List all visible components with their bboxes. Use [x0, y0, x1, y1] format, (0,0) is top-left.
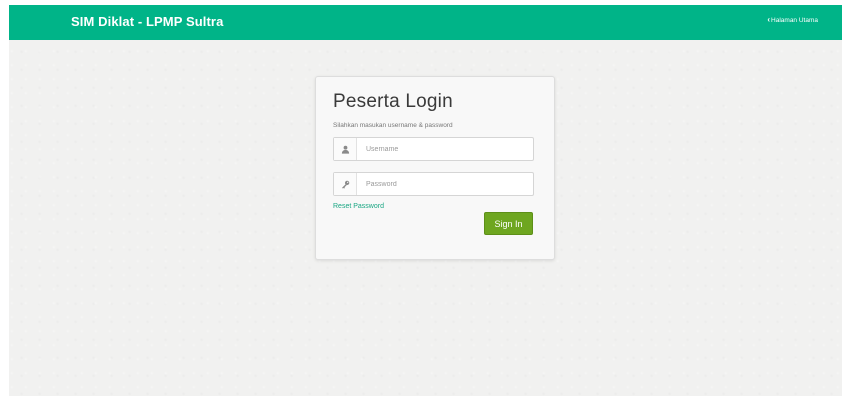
login-subtitle: Silahkan masukan username & password — [333, 122, 453, 129]
key-icon — [334, 173, 357, 195]
sign-in-button[interactable]: Sign In — [484, 212, 533, 235]
top-navbar: SIM Diklat - LPMP Sultra ‹ Halaman Utama — [9, 5, 842, 40]
username-group — [333, 137, 534, 161]
brand-title[interactable]: SIM Diklat - LPMP Sultra — [71, 14, 223, 29]
home-link[interactable]: ‹ Halaman Utama — [767, 15, 818, 25]
user-icon — [334, 138, 357, 160]
password-group — [333, 172, 534, 196]
login-title: Peserta Login — [333, 91, 453, 112]
reset-password-link[interactable]: Reset Password — [333, 203, 384, 210]
home-link-label: Halaman Utama — [771, 17, 818, 24]
chevron-left-icon: ‹ — [767, 15, 771, 24]
username-input[interactable] — [357, 139, 526, 159]
password-input[interactable] — [357, 174, 526, 194]
login-panel: Peserta Login Silahkan masukan username … — [315, 76, 555, 260]
browser-viewport: SIM Diklat - LPMP Sultra ‹ Halaman Utama… — [9, 5, 842, 396]
